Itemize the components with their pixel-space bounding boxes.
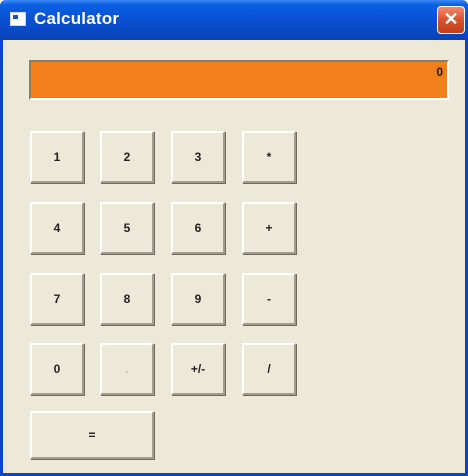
window-title: Calculator: [34, 9, 120, 28]
title-bar[interactable]: Calculator ✕: [0, 0, 468, 40]
equals-button[interactable]: =: [30, 411, 154, 459]
subtract-button[interactable]: -: [242, 273, 296, 325]
result-display: 0: [29, 60, 449, 100]
digit-8-button[interactable]: 8: [100, 273, 154, 325]
display-value: 0: [436, 65, 443, 79]
sign-toggle-button[interactable]: +/-: [171, 343, 225, 395]
digit-6-button[interactable]: 6: [171, 202, 225, 254]
add-button[interactable]: +: [242, 202, 296, 254]
multiply-button[interactable]: *: [242, 131, 296, 183]
digit-7-button[interactable]: 7: [30, 273, 84, 325]
digit-5-button[interactable]: 5: [100, 202, 154, 254]
digit-3-button[interactable]: 3: [171, 131, 225, 183]
decimal-button[interactable]: .: [100, 343, 154, 395]
digit-9-button[interactable]: 9: [171, 273, 225, 325]
app-icon: [10, 12, 26, 26]
close-icon: ✕: [443, 9, 459, 29]
digit-0-button[interactable]: 0: [30, 343, 84, 395]
digit-2-button[interactable]: 2: [100, 131, 154, 183]
calculator-window: Calculator ✕ 0 1 2 3 * 4 5 6 + 7 8 9 - 0…: [0, 0, 468, 476]
digit-4-button[interactable]: 4: [30, 202, 84, 254]
digit-1-button[interactable]: 1: [30, 131, 84, 183]
close-button[interactable]: ✕: [437, 6, 465, 34]
divide-button[interactable]: /: [242, 343, 296, 395]
